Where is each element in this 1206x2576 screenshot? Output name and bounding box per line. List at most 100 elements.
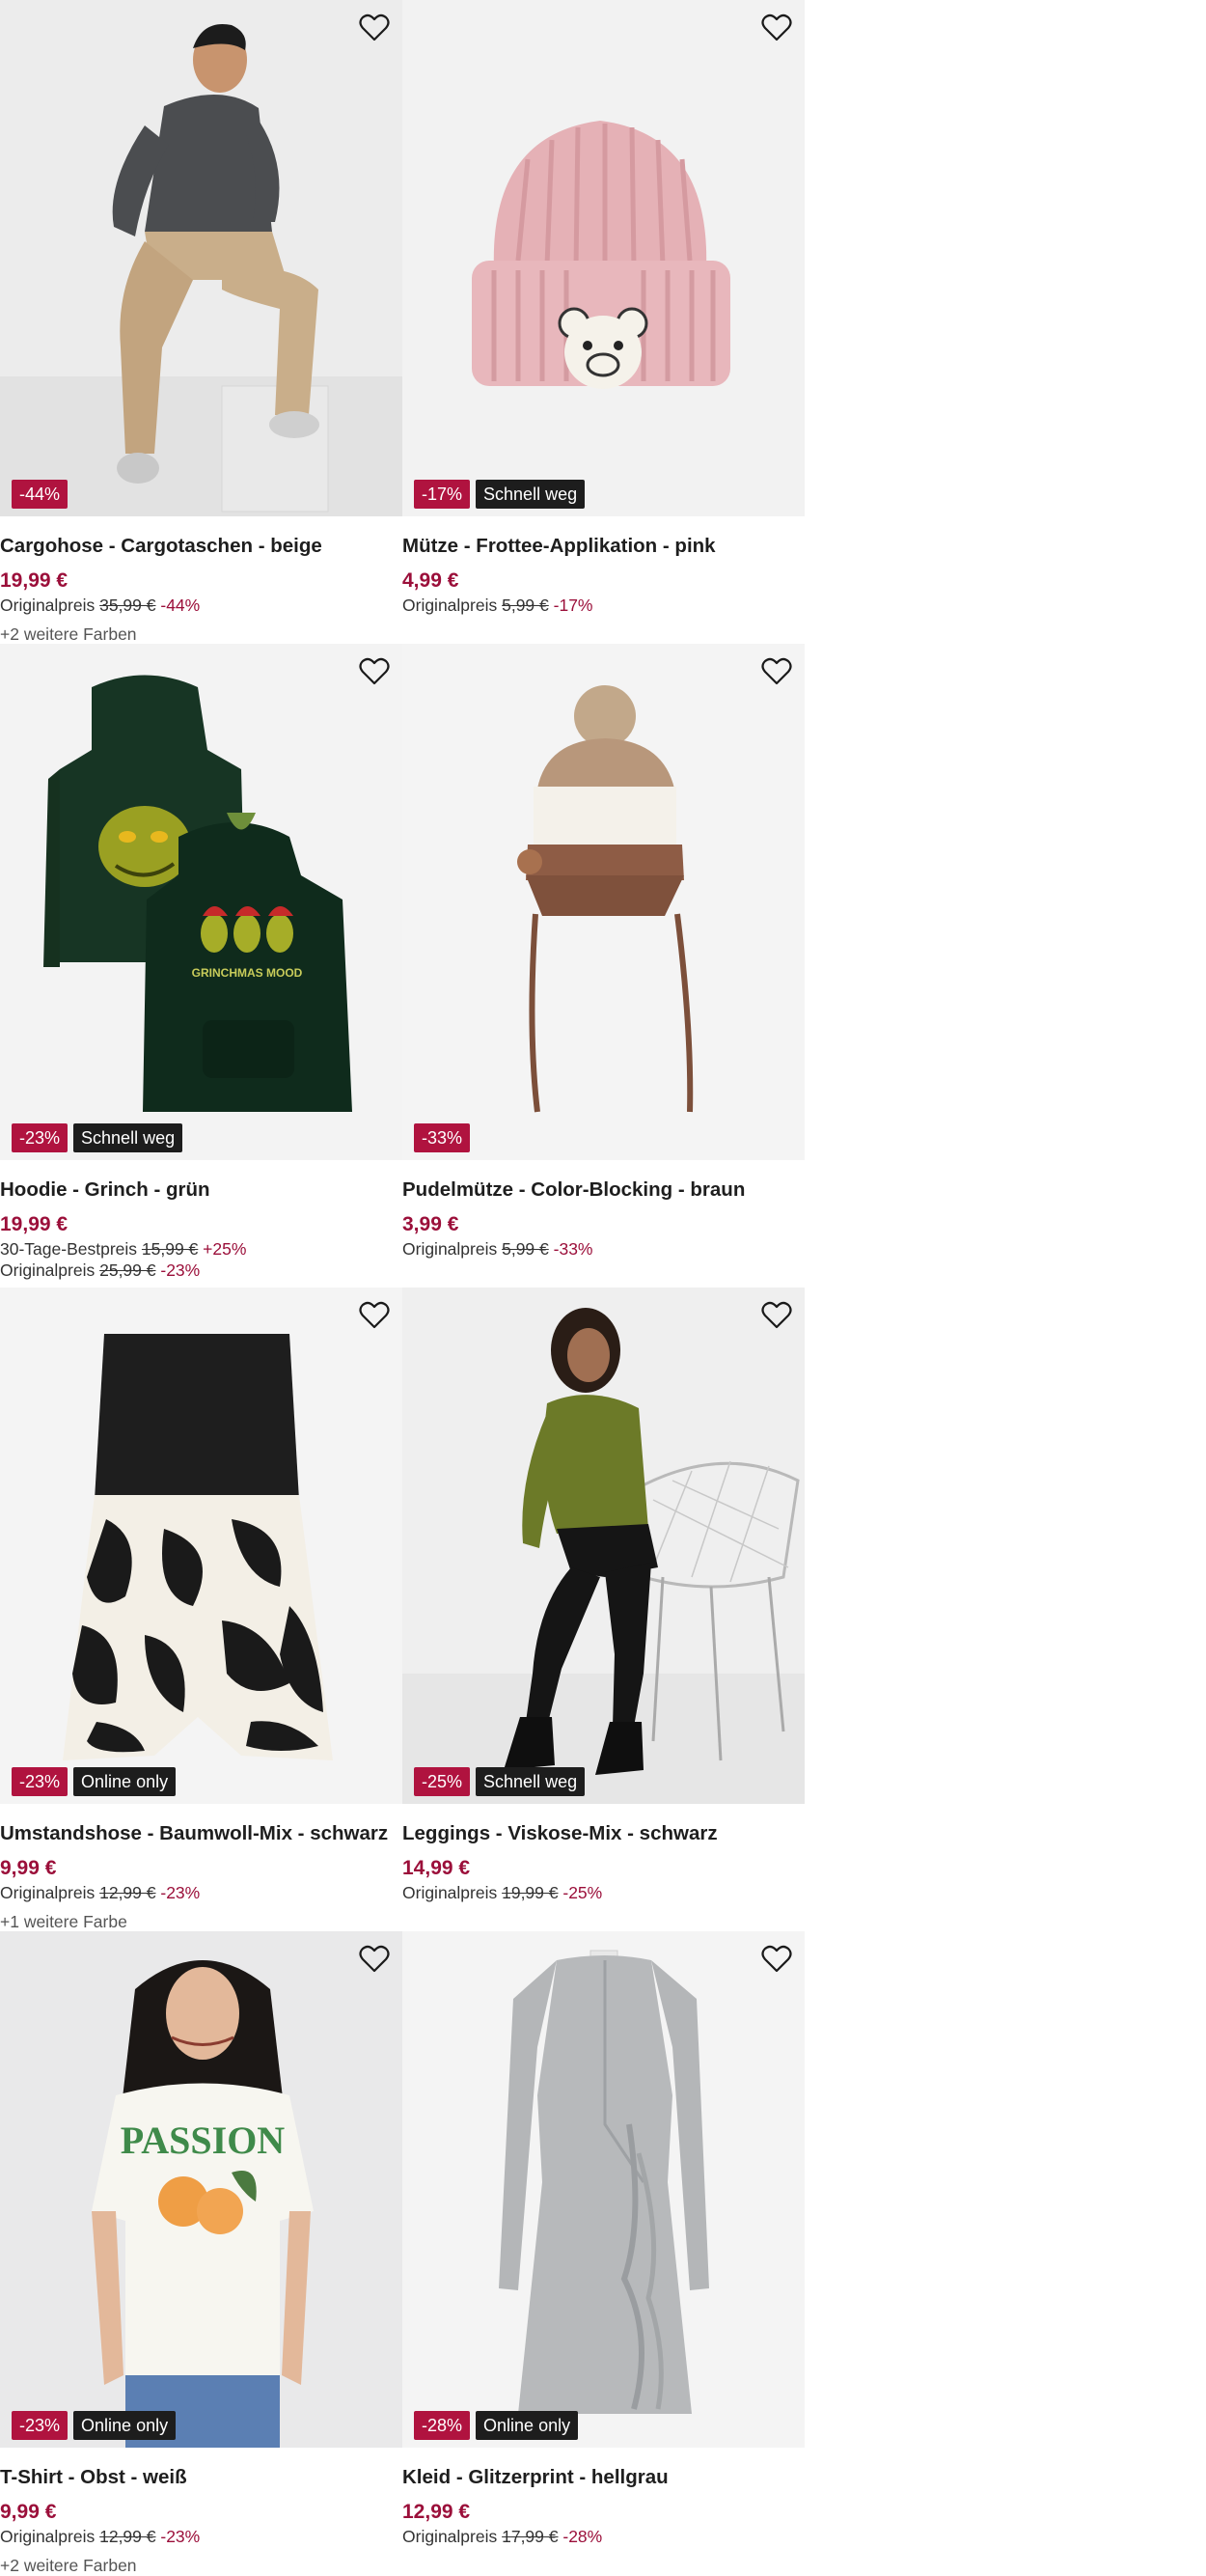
- product-image-man-cargo-pants: [0, 0, 402, 516]
- product-card[interactable]: -17% Schnell weg Mütze - Frottee-Applika…: [402, 0, 805, 644]
- original-price-change: -23%: [160, 1883, 201, 1902]
- original-price-change: -25%: [562, 1883, 603, 1902]
- original-price-line: Originalpreis 19,99 € -25%: [402, 1883, 603, 1902]
- wishlist-heart-icon[interactable]: [358, 655, 391, 688]
- product-image[interactable]: -28% Online only: [402, 1931, 805, 2448]
- more-colors-link[interactable]: +2 weitere Farben: [0, 623, 402, 645]
- tag-badge: Online only: [73, 1767, 177, 1796]
- product-info: Leggings - Viskose-Mix - schwarz 14,99 €…: [402, 1820, 805, 1903]
- badges: -28% Online only: [414, 2411, 579, 2440]
- tag-badge: Schnell weg: [73, 1123, 183, 1152]
- more-colors-link[interactable]: +1 weitere Farbe: [0, 1911, 402, 1932]
- product-info: Umstandshose - Baumwoll-Mix - schwarz 9,…: [0, 1820, 402, 1932]
- wishlist-heart-icon[interactable]: [760, 12, 793, 44]
- product-card[interactable]: -33% Pudelmütze - Color-Blocking - braun…: [402, 644, 805, 1288]
- product-image-woman-tshirt-passion: PASSION: [0, 1931, 402, 2448]
- product-price: 14,99 €: [402, 1857, 471, 1879]
- hoodie-print-text: GRINCHMAS MOOD: [192, 966, 303, 980]
- product-card[interactable]: PASSION -23% Online only T-Shirt - Obst …: [0, 1931, 402, 2575]
- wishlist-heart-icon[interactable]: [358, 1299, 391, 1332]
- badges: -23% Schnell weg: [12, 1123, 183, 1152]
- product-image-green-hoodies: GRINCHMAS MOOD: [0, 644, 402, 1160]
- original-price-change: -23%: [160, 1260, 201, 1280]
- badges: -33%: [414, 1123, 471, 1152]
- product-price: 19,99 €: [0, 1213, 69, 1235]
- best-price-line: 30-Tage-Bestpreis 15,99 € +25%: [0, 1239, 247, 1259]
- original-price: 5,99 €: [502, 596, 549, 615]
- original-price: 25,99 €: [99, 1260, 156, 1280]
- product-card[interactable]: GRINCHMAS MOOD -23% Schnell weg Hoodie -…: [0, 644, 402, 1288]
- discount-badge: -44%: [12, 480, 69, 509]
- discount-badge: -33%: [414, 1123, 471, 1152]
- wishlist-heart-icon[interactable]: [760, 655, 793, 688]
- discount-badge: -25%: [414, 1767, 471, 1796]
- tag-badge: Schnell weg: [476, 1767, 586, 1796]
- product-title[interactable]: Pudelmütze - Color-Blocking - braun: [402, 1177, 805, 1209]
- product-price: 12,99 €: [402, 2501, 471, 2523]
- original-price-line: Originalpreis 5,99 € -17%: [402, 596, 593, 615]
- product-info: Cargohose - Cargotaschen - beige 19,99 €…: [0, 533, 402, 645]
- original-price: 17,99 €: [502, 2527, 559, 2546]
- wishlist-heart-icon[interactable]: [760, 1943, 793, 1976]
- product-title[interactable]: Kleid - Glitzerprint - hellgrau: [402, 2464, 805, 2497]
- original-price-change: -17%: [553, 596, 593, 615]
- product-title[interactable]: Hoodie - Grinch - grün: [0, 1177, 402, 1209]
- product-card[interactable]: -23% Online only Umstandshose - Baumwoll…: [0, 1288, 402, 1931]
- badges: -44%: [12, 480, 69, 509]
- product-title[interactable]: Mütze - Frottee-Applikation - pink: [402, 533, 805, 566]
- original-price: 35,99 €: [99, 596, 156, 615]
- original-price-change: -28%: [562, 2527, 603, 2546]
- discount-badge: -17%: [414, 480, 471, 509]
- product-info: Hoodie - Grinch - grün 19,99 € 30-Tage-B…: [0, 1177, 402, 1281]
- product-info: Mütze - Frottee-Applikation - pink 4,99 …: [402, 533, 805, 616]
- product-card[interactable]: -25% Schnell weg Leggings - Viskose-Mix …: [402, 1288, 805, 1931]
- product-image[interactable]: -44%: [0, 0, 402, 516]
- product-image[interactable]: -25% Schnell weg: [402, 1288, 805, 1804]
- product-price: 19,99 €: [0, 569, 69, 592]
- product-title[interactable]: Cargohose - Cargotaschen - beige: [0, 533, 402, 566]
- original-price-line: Originalpreis 17,99 € -28%: [402, 2527, 603, 2546]
- wishlist-heart-icon[interactable]: [358, 1943, 391, 1976]
- best-price-change: +25%: [203, 1239, 247, 1259]
- original-price: 12,99 €: [99, 2527, 156, 2546]
- original-price-line: Originalpreis 35,99 € -44%: [0, 596, 201, 615]
- product-image[interactable]: GRINCHMAS MOOD -23% Schnell weg: [0, 644, 402, 1160]
- tag-badge: Online only: [476, 2411, 579, 2440]
- original-price-line: Originalpreis 12,99 € -23%: [0, 2527, 201, 2546]
- product-grid: -44% Cargohose - Cargotaschen - beige 19…: [0, 0, 805, 2575]
- product-card[interactable]: -28% Online only Kleid - Glitzerprint - …: [402, 1931, 805, 2575]
- original-price-change: -33%: [553, 1239, 593, 1259]
- badges: -17% Schnell weg: [414, 480, 586, 509]
- product-price: 9,99 €: [0, 2501, 57, 2523]
- original-price: 5,99 €: [502, 1239, 549, 1259]
- wishlist-heart-icon[interactable]: [358, 12, 391, 44]
- wishlist-heart-icon[interactable]: [760, 1299, 793, 1332]
- product-info: Pudelmütze - Color-Blocking - braun 3,99…: [402, 1177, 805, 1260]
- more-colors-link[interactable]: +2 weitere Farben: [0, 2555, 402, 2576]
- original-price-change: -44%: [160, 596, 201, 615]
- product-title[interactable]: Umstandshose - Baumwoll-Mix - schwarz: [0, 1820, 402, 1853]
- badges: -25% Schnell weg: [414, 1767, 586, 1796]
- product-image[interactable]: -17% Schnell weg: [402, 0, 805, 516]
- product-title[interactable]: Leggings - Viskose-Mix - schwarz: [402, 1820, 805, 1853]
- product-image[interactable]: -33%: [402, 644, 805, 1160]
- badges: -23% Online only: [12, 1767, 177, 1796]
- product-image[interactable]: PASSION -23% Online only: [0, 1931, 402, 2448]
- product-price: 3,99 €: [402, 1213, 459, 1235]
- product-price: 9,99 €: [0, 1857, 57, 1879]
- original-price-line: Originalpreis 25,99 € -23%: [0, 1260, 201, 1280]
- badges: -23% Online only: [12, 2411, 177, 2440]
- product-image-pink-beanie-bear: [402, 0, 805, 516]
- product-title[interactable]: T-Shirt - Obst - weiß: [0, 2464, 402, 2497]
- product-image-woman-leggings-chair: [402, 1288, 805, 1804]
- product-image-maternity-shorts: [0, 1288, 402, 1804]
- product-card[interactable]: -44% Cargohose - Cargotaschen - beige 19…: [0, 0, 402, 644]
- tag-badge: Schnell weg: [476, 480, 586, 509]
- discount-badge: -23%: [12, 1123, 69, 1152]
- product-image[interactable]: -23% Online only: [0, 1288, 402, 1804]
- original-price-change: -23%: [160, 2527, 201, 2546]
- product-info: T-Shirt - Obst - weiß 9,99 € Originalpre…: [0, 2464, 402, 2576]
- shirt-print-text: PASSION: [121, 2119, 286, 2162]
- discount-badge: -23%: [12, 2411, 69, 2440]
- product-price: 4,99 €: [402, 569, 459, 592]
